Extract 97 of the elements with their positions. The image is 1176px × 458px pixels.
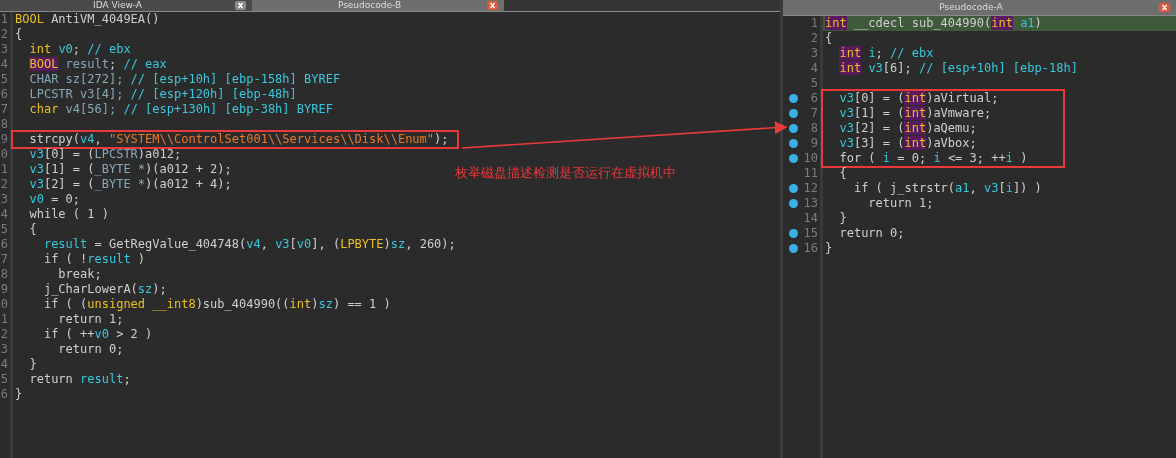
- line-number: 15: [803, 226, 818, 241]
- code-line: v3[1] = (_BYTE *)(a012 + 2);: [28, 162, 232, 177]
- line-number: 6: [0, 387, 8, 402]
- close-icon[interactable]: [487, 1, 498, 10]
- code-line: v3[2] = (_BYTE *)(a012 + 4);: [28, 177, 232, 192]
- code-line: result = GetRegValue_404748(v4, v3[v0], (LPBYTE)sz, 260);: [42, 237, 456, 252]
- line-number: 14: [803, 211, 818, 226]
- line-number: 6: [810, 91, 818, 106]
- breakpoint-dot[interactable]: [789, 229, 798, 238]
- line-number: 6: [0, 237, 8, 252]
- code-line: return 0;: [57, 342, 124, 357]
- code-line: }: [28, 357, 37, 372]
- code-line: }: [14, 387, 23, 402]
- close-icon[interactable]: [1159, 3, 1170, 12]
- line-number: 3: [0, 342, 8, 357]
- breakpoint-dot[interactable]: [789, 109, 798, 118]
- code-line: break;: [57, 267, 102, 282]
- line-number: 9: [0, 132, 8, 147]
- code-line: v3[0] = (int)aVirtual;: [838, 91, 999, 106]
- line-number: 4: [0, 357, 8, 372]
- code-line: char v4[56]; // [esp+130h] [ebp-38h] BYREF: [28, 102, 333, 117]
- line-number: 3: [0, 42, 8, 57]
- line-number: 1: [0, 312, 8, 327]
- line-number: 5: [0, 372, 8, 387]
- code-line: j_CharLowerA(sz);: [42, 282, 167, 297]
- line-number: 2: [0, 27, 8, 42]
- line-number: 5: [810, 76, 818, 91]
- code-line: {: [28, 222, 37, 237]
- code-line: {: [838, 166, 847, 181]
- close-icon[interactable]: [235, 1, 246, 10]
- line-number: 8: [0, 267, 8, 282]
- line-number: 3: [0, 192, 8, 207]
- line-number: 11: [803, 166, 818, 181]
- line-number: 4: [0, 57, 8, 72]
- line-number: 3: [810, 46, 818, 61]
- line-number: 16: [803, 241, 818, 256]
- code-line: int v0; // ebx: [28, 42, 131, 57]
- line-number: 2: [0, 177, 8, 192]
- line-number: 1: [0, 162, 8, 177]
- code-line: }: [838, 211, 847, 226]
- code-line: CHAR sz[272]; // [esp+10h] [ebp-158h] BYREF: [28, 72, 341, 87]
- line-number: 4: [0, 207, 8, 222]
- line-number: 8: [810, 121, 818, 136]
- code-line: if ( (unsigned __int8)sub_404990((int)sz) == 1 ): [42, 297, 391, 312]
- code-line: v3[1] = (int)aVmware;: [838, 106, 992, 121]
- breakpoint-dot[interactable]: [789, 139, 798, 148]
- code-line: BOOL result; // eax: [28, 57, 167, 72]
- code-line: v3[2] = (int)aQemu;: [838, 121, 977, 136]
- code-line: int v3[6]; // [esp+10h] [ebp-18h]: [838, 61, 1078, 76]
- code-line: return 0;: [838, 226, 905, 241]
- code-line: v0 = 0;: [28, 192, 81, 207]
- line-number: 7: [0, 252, 8, 267]
- code-line: if ( !result ): [42, 252, 146, 267]
- line-number: 9: [0, 282, 8, 297]
- line-number: 7: [0, 102, 8, 117]
- line-number: 1: [0, 12, 8, 27]
- code-line: {: [824, 31, 833, 46]
- code-line: return result;: [28, 372, 131, 387]
- code-line: int i; // ebx: [838, 46, 934, 61]
- line-number: 5: [0, 72, 8, 87]
- line-number: 7: [810, 106, 818, 121]
- code-line: v3[3] = (int)aVbox;: [838, 136, 977, 151]
- line-number: 9: [810, 136, 818, 151]
- breakpoint-dot[interactable]: [789, 154, 798, 163]
- breakpoint-dot[interactable]: [789, 184, 798, 193]
- code-line: for ( i = 0; i <= 3; ++i ): [838, 151, 1028, 166]
- code-line: v3[0] = (LPCSTR)a012;: [28, 147, 182, 162]
- code-line: return 1;: [57, 312, 124, 327]
- line-number: 1: [810, 16, 818, 31]
- line-number: 4: [810, 61, 818, 76]
- code-line: while ( 1 ): [28, 207, 109, 222]
- breakpoint-dot[interactable]: [789, 244, 798, 253]
- line-number: 2: [810, 31, 818, 46]
- code-line: {: [14, 27, 23, 42]
- code-line: }: [824, 241, 833, 256]
- editor-tab[interactable]: Pseudocode-B: [252, 0, 504, 11]
- line-number: 2: [0, 327, 8, 342]
- line-number: 12: [803, 181, 818, 196]
- annotation-text: 枚举磁盘描述检测是否运行在虚拟机中: [455, 164, 676, 182]
- code-line: if ( j_strstr(a1, v3[i]) ): [852, 181, 1042, 196]
- line-number: 0: [0, 297, 8, 312]
- line-number: 5: [0, 222, 8, 237]
- code-line: if ( ++v0 > 2 ): [42, 327, 153, 342]
- line-number: 13: [803, 196, 818, 211]
- line-number: 6: [0, 87, 8, 102]
- code-line: strcpy(v4, "SYSTEM\\ControlSet001\\Services\\Disk\\Enum");: [28, 132, 449, 147]
- line-number: 0: [0, 147, 8, 162]
- editor-tab[interactable]: Pseudocode-A: [783, 0, 1176, 15]
- breakpoint-dot[interactable]: [789, 94, 798, 103]
- code-line: return 1;: [867, 196, 934, 211]
- code-line: BOOL AntiVM_4049EA(): [14, 12, 160, 27]
- breakpoint-dot[interactable]: [789, 124, 798, 133]
- breakpoint-dot[interactable]: [789, 199, 798, 208]
- line-number: 8: [0, 117, 8, 132]
- line-number: 10: [803, 151, 818, 166]
- editor-tab[interactable]: IDA View-A: [0, 0, 252, 11]
- code-line: LPCSTR v3[4]; // [esp+120h] [ebp-48h]: [28, 87, 297, 102]
